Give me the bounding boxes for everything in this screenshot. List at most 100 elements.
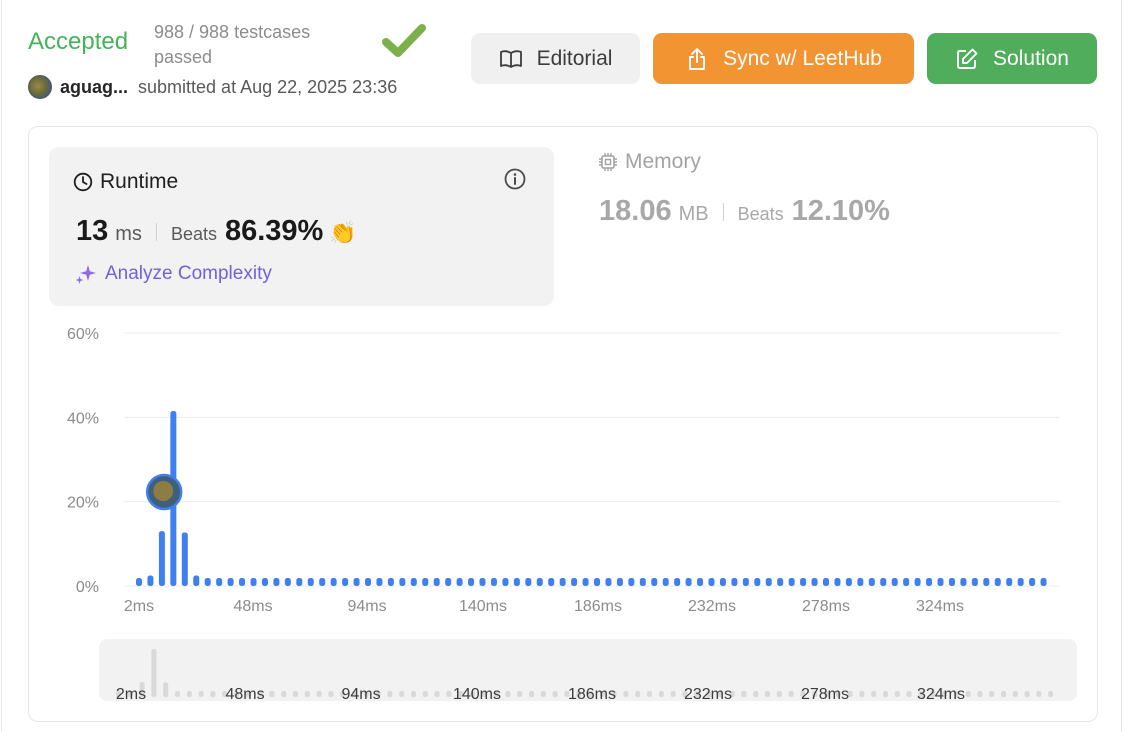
chart-bar xyxy=(410,578,417,586)
chart-bar xyxy=(525,578,532,586)
chart-bar xyxy=(490,578,497,586)
chart-bar xyxy=(342,578,349,586)
chart-bar xyxy=(800,578,807,586)
chart-bar xyxy=(513,578,520,586)
chart-bar xyxy=(594,578,600,586)
chart-bar xyxy=(926,578,933,586)
chart-bar xyxy=(903,578,910,586)
chart-bar xyxy=(685,578,692,586)
overview-tick-label: 2ms xyxy=(116,686,146,703)
chart-bar xyxy=(960,578,967,586)
chart-bar xyxy=(697,578,704,586)
chart-bar xyxy=(811,578,818,586)
chart-bar xyxy=(422,578,429,586)
runtime-distribution-chart[interactable]: 60% 40% 20% 0% 2ms 48ms 94ms 140ms 186ms 232ms 278… xyxy=(29,127,1099,723)
overview-tick-label: 48ms xyxy=(225,686,264,703)
overview-bar xyxy=(1012,691,1018,697)
chart-bar xyxy=(765,578,772,586)
overview-tick-label: 140ms xyxy=(453,686,501,703)
chart-bar xyxy=(284,578,291,586)
chart-bar xyxy=(1040,578,1047,586)
overview-bar xyxy=(859,691,865,697)
chart-bar xyxy=(914,578,921,586)
x-tick-label: 324ms xyxy=(916,598,964,615)
share-icon xyxy=(685,47,709,71)
chart-bar xyxy=(605,578,612,586)
overview-bar xyxy=(529,691,534,697)
overview-bar xyxy=(741,691,747,697)
y-tick-label: 20% xyxy=(67,495,99,512)
x-tick-label: 186ms xyxy=(574,598,622,615)
chart-bar xyxy=(445,578,452,586)
sync-label: Sync w/ LeetHub xyxy=(723,46,882,70)
overview-bar xyxy=(434,691,440,697)
chart-bar xyxy=(639,578,646,586)
chart-bar xyxy=(857,578,864,586)
chart-bar xyxy=(994,578,1001,586)
overview-bar xyxy=(293,691,298,697)
overview-bar xyxy=(765,691,770,697)
chart-bar xyxy=(571,578,578,586)
chart-bar xyxy=(158,531,165,586)
chart-bar xyxy=(330,578,337,586)
username[interactable]: aguag... xyxy=(60,77,128,98)
status-label: Accepted xyxy=(28,28,129,55)
x-tick-label: 232ms xyxy=(688,598,736,615)
overview-bar xyxy=(788,691,794,697)
chart-bar xyxy=(365,578,371,586)
chart-bar xyxy=(147,575,154,586)
chart-bar xyxy=(296,578,303,586)
overview-bar xyxy=(446,691,452,697)
solution-label: Solution xyxy=(993,46,1069,70)
chart-bar xyxy=(548,578,555,586)
overview-bar xyxy=(198,691,204,697)
overview-bar xyxy=(517,691,523,697)
chart-bar xyxy=(834,578,841,586)
x-tick-label: 48ms xyxy=(233,598,272,615)
overview-bar xyxy=(552,691,558,697)
editorial-button[interactable]: Editorial xyxy=(471,33,640,84)
chart-bar xyxy=(823,578,829,586)
overview-bar xyxy=(871,691,877,697)
chart-bar xyxy=(433,578,440,586)
chart-bar xyxy=(937,578,944,586)
user-marker-avatar xyxy=(153,481,174,501)
chart-bar xyxy=(319,578,326,586)
overview-bar xyxy=(1001,691,1006,697)
solution-button[interactable]: Solution xyxy=(927,33,1097,84)
editorial-label: Editorial xyxy=(536,46,613,70)
overview-bar xyxy=(399,691,405,697)
chart-bar xyxy=(181,532,188,586)
overview-bar xyxy=(965,691,971,697)
overview-bar xyxy=(304,691,310,697)
chart-bar xyxy=(628,578,635,586)
chart-bar xyxy=(468,578,475,586)
overview-bar xyxy=(906,691,912,697)
chart-bar xyxy=(1029,578,1036,586)
submitter-row: aguag... submitted at Aug 22, 2025 23:36 xyxy=(28,74,397,100)
submitted-time: submitted at Aug 22, 2025 23:36 xyxy=(138,76,398,97)
sync-leethub-button[interactable]: Sync w/ LeetHub xyxy=(653,33,914,84)
overview-bar xyxy=(635,691,641,697)
overview-bar xyxy=(776,691,782,697)
overview-bar xyxy=(658,691,664,697)
chart-bar xyxy=(983,578,990,586)
overview-bar xyxy=(151,649,157,697)
chart-bar xyxy=(204,578,211,586)
chart-bar xyxy=(708,578,715,586)
overview-bar xyxy=(894,691,900,697)
y-tick-label: 40% xyxy=(67,410,99,427)
chart-bar xyxy=(651,578,658,586)
chart-bar xyxy=(845,578,852,586)
chart-bar xyxy=(376,578,383,586)
avatar[interactable] xyxy=(28,75,52,99)
chart-bar xyxy=(971,578,978,586)
overview-bar xyxy=(989,691,995,697)
chart-bar xyxy=(1006,578,1013,586)
overview-bar xyxy=(670,691,676,697)
chart-bar xyxy=(582,578,589,586)
x-tick-label: 2ms xyxy=(124,598,154,615)
chart-bar xyxy=(731,578,738,586)
chart-bar xyxy=(674,578,681,586)
chart-bar xyxy=(502,578,509,586)
